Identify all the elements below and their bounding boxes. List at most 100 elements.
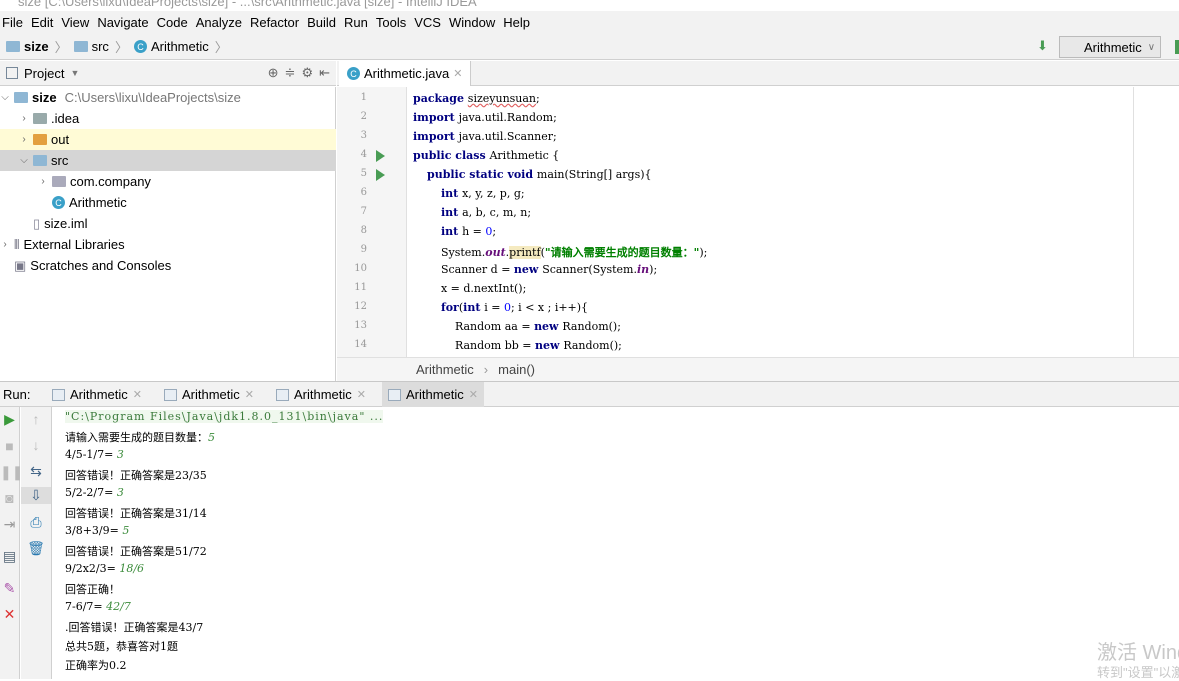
gear-icon[interactable]: ⚙	[301, 65, 313, 81]
run-gutter-icon[interactable]	[376, 150, 385, 162]
print-icon[interactable]: ⎙	[21, 514, 51, 531]
code-token: ;	[536, 92, 544, 105]
console-text: "C:\Program Files\Java\jdk1.8.0_131\bin\…	[65, 410, 384, 423]
console-icon	[276, 388, 289, 401]
folder-icon	[73, 41, 88, 52]
tree-item-src[interactable]: ⌵ src	[0, 150, 336, 171]
stop-icon[interactable]: ■	[0, 438, 19, 454]
trash-icon[interactable]: 🗑	[21, 540, 51, 557]
tree-item-path: C:\Users\lixu\IdeaProjects\size	[64, 90, 241, 105]
chevron-right-icon[interactable]: ›	[19, 113, 29, 124]
close-icon[interactable]: ✕	[133, 388, 142, 401]
run-tab-3[interactable]: Arithmetic ✕	[270, 382, 372, 407]
code-token: Arithmetic {	[489, 149, 560, 162]
menu-code[interactable]: Code	[153, 15, 192, 30]
scroll-to-end-icon[interactable]: ⇩	[21, 487, 51, 504]
chevron-down-icon[interactable]: ▼	[70, 68, 79, 78]
chevron-down-icon[interactable]: ⌵	[19, 155, 29, 166]
project-view-selector[interactable]: Project	[24, 66, 64, 81]
right-margin-line	[1133, 87, 1134, 357]
tree-item-size-iml[interactable]: ▯ size.iml	[0, 213, 336, 234]
run-gutter-icon[interactable]	[376, 169, 385, 181]
tree-item-external-libraries[interactable]: › ⫴ External Libraries	[0, 234, 336, 255]
menu-tools[interactable]: Tools	[372, 15, 410, 30]
console-text: 9/2x2/3=	[65, 562, 120, 575]
tab-arithmetic-java[interactable]: C Arithmetic.java ✕	[339, 61, 472, 86]
console-line: 9/2x2/3= 18/6	[65, 562, 144, 575]
chevron-right-icon[interactable]: ›	[38, 176, 48, 187]
chevron-down-icon[interactable]: ⌵	[0, 92, 10, 103]
locate-icon[interactable]: ⊕	[268, 65, 279, 81]
menu-help[interactable]: Help	[499, 15, 534, 30]
pause-icon[interactable]: ❚❚	[0, 464, 23, 481]
chevron-right-icon[interactable]: ›	[0, 239, 10, 250]
dump-threads-icon[interactable]: ◙	[0, 490, 19, 506]
line-number: 5	[360, 168, 367, 179]
tree-item--idea[interactable]: › .idea	[0, 108, 336, 129]
tree-item-label: out	[51, 132, 70, 147]
chevron-right-icon: 〉	[114, 40, 128, 55]
line-number: 14	[354, 339, 367, 350]
code-line: x = d.nextInt();	[413, 282, 526, 295]
tree-item-out[interactable]: › out	[0, 129, 336, 150]
console-icon	[164, 388, 177, 401]
run-icon[interactable]	[1175, 40, 1179, 54]
pin-icon[interactable]: ✎	[0, 580, 19, 597]
chevron-right-icon[interactable]: ›	[19, 134, 29, 145]
tree-item-label: com.company	[70, 174, 151, 189]
tree-item-size[interactable]: ⌵ size C:\Users\lixu\IdeaProjects\size	[0, 87, 336, 108]
menu-build[interactable]: Build	[303, 15, 340, 30]
code-editor[interactable]: package sizeyunsuan; import java.util.Ra…	[408, 87, 1133, 357]
code-token: );	[649, 263, 658, 276]
window-title: size [C:\Users\lixu\IdeaProjects\size] -…	[18, 0, 477, 9]
layout-icon[interactable]: ▤	[0, 548, 19, 565]
menu-view[interactable]: View	[57, 15, 93, 30]
code-line: int h = 0;	[413, 225, 496, 238]
tree-item-arithmetic[interactable]: C Arithmetic	[0, 192, 336, 213]
run-tab-1[interactable]: Arithmetic ✕	[46, 382, 148, 407]
breadcrumb-class[interactable]: Arithmetic	[416, 362, 474, 377]
run-tab-2[interactable]: Arithmetic ✕	[158, 382, 260, 407]
rerun-icon[interactable]: ▶	[0, 411, 19, 428]
tree-item-scratches-and-consoles[interactable]: ▣ Scratches and Consoles	[0, 255, 336, 276]
menu-refactor[interactable]: Refactor	[246, 15, 303, 30]
console-line: 总共5题，恭喜答对1题	[65, 638, 178, 654]
close-icon[interactable]: ✕	[357, 388, 366, 401]
code-token: sizeyunsuan	[467, 92, 537, 105]
exit-icon[interactable]: ⇥	[0, 516, 19, 533]
console-text: 回答正确！	[65, 583, 120, 596]
sort-icon[interactable]: ⬇	[1037, 38, 1048, 54]
close-icon[interactable]: ✕	[0, 606, 19, 623]
code-line: import java.util.Random;	[413, 111, 557, 124]
breadcrumb-method[interactable]: main()	[498, 362, 535, 377]
close-icon[interactable]: ✕	[469, 388, 478, 401]
close-icon[interactable]: ✕	[453, 67, 462, 80]
collapse-all-icon[interactable]: ≑	[285, 65, 296, 81]
tree-item-com-company[interactable]: › com.company	[0, 171, 336, 192]
crumb-src[interactable]: src	[73, 39, 109, 54]
menu-analyze[interactable]: Analyze	[192, 15, 246, 30]
hide-panel-icon[interactable]: ⇤	[319, 65, 330, 81]
menu-file[interactable]: File	[0, 15, 27, 30]
line-number: 6	[360, 187, 367, 198]
menu-navigate[interactable]: Navigate	[93, 15, 152, 30]
console-text: 总共5题，恭喜答对1题	[65, 640, 178, 653]
crumb-arithmetic[interactable]: C Arithmetic	[133, 39, 209, 54]
crumb-size[interactable]: size	[6, 39, 49, 54]
soft-wrap-icon[interactable]: ⇆	[21, 463, 51, 480]
console-output[interactable]: "C:\Program Files\Java\jdk1.8.0_131\bin\…	[53, 407, 1179, 679]
code-token: new	[534, 320, 563, 333]
close-icon[interactable]: ✕	[245, 388, 254, 401]
code-token: public class	[413, 149, 490, 162]
down-arrow-icon[interactable]: ↓	[21, 437, 51, 453]
up-arrow-icon[interactable]: ↑	[21, 411, 51, 427]
run-config-dropdown[interactable]: Arithmetic ∨	[1059, 36, 1161, 58]
menu-edit[interactable]: Edit	[27, 15, 57, 30]
run-tab-4[interactable]: Arithmetic ✕	[382, 382, 485, 407]
menu-run[interactable]: Run	[340, 15, 372, 30]
menu-window[interactable]: Window	[445, 15, 499, 30]
menu-bar: File Edit View Navigate Code Analyze Refactor B…	[0, 11, 1179, 34]
editor-breadcrumb: Arithmetic › main()	[337, 357, 1179, 381]
menu-vcs[interactable]: VCS	[410, 15, 445, 30]
